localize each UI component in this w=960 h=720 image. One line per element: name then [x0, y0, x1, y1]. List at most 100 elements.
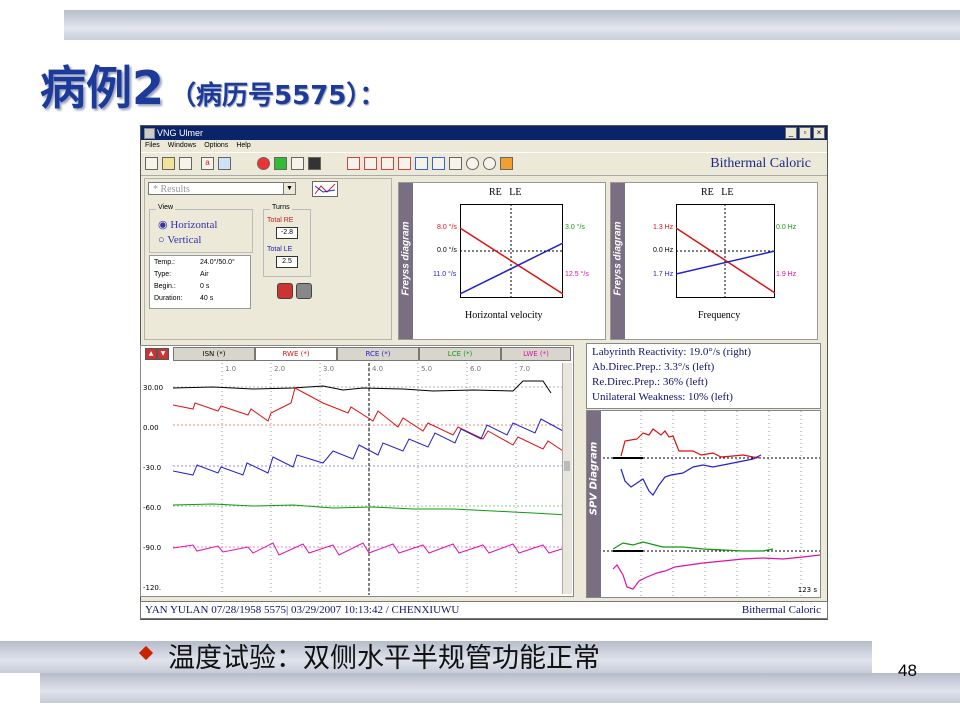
unilateral-weakness: Unilateral Weakness: 10% (left) [592, 391, 733, 403]
play-icon[interactable] [274, 157, 287, 170]
slide-title: 病例2 （病历号5575）： [40, 52, 386, 115]
reset-icon[interactable] [296, 283, 312, 299]
turns-group: Turns Total RE -2.8 Total LE 2.5 [263, 204, 311, 277]
chevron-down-icon[interactable]: ▼ [283, 183, 295, 194]
record-icon[interactable] [466, 157, 479, 170]
slide-title-main: 病例2 [40, 61, 165, 115]
window-icon[interactable] [218, 157, 231, 170]
radio-vertical[interactable]: ○ Vertical [158, 234, 201, 246]
radio-horizontal[interactable]: ◉ Horizontal [158, 218, 217, 231]
freyss-frequency-plot [676, 204, 775, 298]
menu-help[interactable]: Help [236, 140, 250, 152]
total-le-value: 2.5 [276, 256, 298, 268]
re-left-value: 8.0 °/s [437, 224, 457, 231]
zero-left-value: 0.0 °/s [437, 247, 457, 254]
font-icon[interactable]: a [201, 157, 214, 170]
edit-icon[interactable] [500, 157, 513, 170]
view-legend: View [156, 204, 176, 211]
patient-info: YAN YULAN 07/28/1958 5575| 03/29/2007 10… [145, 604, 460, 616]
channel-rwe-tab[interactable]: RWE (*) [255, 347, 337, 361]
slide-title-sub: （病历号5575）： [170, 81, 386, 111]
re-le-header: RE LE [701, 187, 734, 198]
restore-button[interactable]: ▫ [799, 127, 811, 139]
stop-icon[interactable] [277, 283, 293, 299]
y-tick: 30.00 [143, 384, 164, 392]
menu-windows[interactable]: Windows [168, 140, 196, 152]
sine-wave-icon[interactable] [364, 157, 377, 170]
begin-value: 0 s [200, 283, 210, 290]
status-test-type: Bithermal Caloric [741, 604, 821, 616]
wave-compare-icon[interactable] [415, 157, 428, 170]
channel-lwe-tab[interactable]: LWE (*) [501, 347, 571, 361]
le-right-value: 3.0 °/s [565, 224, 585, 231]
ramp-icon[interactable] [398, 157, 411, 170]
y-tick: 0.00 [143, 424, 159, 432]
vertical-scrollbar[interactable] [562, 363, 572, 594]
line-chart-icon[interactable] [432, 157, 445, 170]
turns-legend: Turns [270, 204, 292, 211]
channel-lce-tab[interactable]: LCE (*) [419, 347, 501, 361]
nystagmus-traces: ▲ ▼ ISN (*) RWE (*) RCE (*) LCE (*) LWE … [140, 345, 574, 597]
app-icon [144, 128, 155, 139]
re-label: RE [489, 187, 502, 198]
total-re-label: Total RE [267, 217, 294, 224]
camera-icon[interactable] [308, 157, 321, 170]
minimize-button[interactable]: _ [785, 127, 797, 139]
re-le-header: RE LE [489, 187, 522, 198]
toolbar: a Bithermal Caloric [141, 152, 827, 176]
type-value: Air [200, 271, 209, 278]
duration-value: 40 s [200, 295, 214, 302]
freyss-frequency-diagram: Freyss diagram RE LE 1.3 Hz 0.0 Hz 1.7 H… [610, 182, 818, 340]
chart-icon[interactable] [312, 181, 338, 197]
results-select-value: * Results [153, 184, 190, 195]
scroll-down-icon[interactable]: ▼ [157, 348, 169, 360]
spv-side-label: SPV Diagram [588, 441, 600, 516]
temp-value: 24.0°/50.0° [200, 259, 235, 266]
scrollbar-thumb[interactable] [564, 461, 570, 471]
frequency-xlabel: Frequency [698, 310, 741, 321]
re-label: RE [701, 187, 714, 198]
re-right-value: 12.5 °/s [565, 271, 589, 278]
le-left-value: 1.7 Hz [653, 271, 674, 278]
grid-icon[interactable] [449, 157, 462, 170]
spv-side-bar: SPV Diagram [587, 411, 601, 597]
channel-rce-tab[interactable]: RCE (*) [337, 347, 419, 361]
freyss-side-label: Freyss diagram [612, 221, 624, 296]
settings-icon[interactable] [291, 157, 304, 170]
freyss-velocity-diagram: Freyss diagram RE LE 8.0 °/s 0.0 °/s 11.… [398, 182, 606, 340]
labyrinth-reactivity: Labyrinth Reactivity: 19.0°/s (right) [592, 346, 751, 358]
le-left-value: 11.0 °/s [433, 271, 457, 278]
y-tick: -90.0 [143, 544, 162, 552]
menu-files[interactable]: Files [145, 140, 160, 152]
zero-left-value: 0.0 Hz [653, 247, 674, 254]
window-title: VNG Ulmer [157, 128, 204, 138]
freyss-velocity-plot [460, 204, 563, 298]
square-wave-icon[interactable] [347, 157, 360, 170]
close-button[interactable]: × [813, 127, 825, 139]
open-folder-icon[interactable] [162, 157, 175, 170]
menu-options[interactable]: Options [204, 140, 228, 152]
channel-isn-tab[interactable]: ISN (*) [173, 347, 255, 361]
new-file-icon[interactable] [145, 157, 158, 170]
velocity-xlabel: Horizontal velocity [465, 310, 543, 321]
le-label: LE [509, 187, 522, 198]
print-icon[interactable] [179, 157, 192, 170]
freyss-side-bar: Freyss diagram [611, 183, 625, 339]
results-select[interactable]: * Results ▼ [148, 182, 296, 195]
ab-direc-prep: Ab.Direc.Prep.: 3.3°/s (left) [592, 361, 715, 373]
results-summary: Labyrinth Reactivity: 19.0°/s (right) Ab… [586, 343, 821, 409]
y-tick: -30.0 [143, 464, 162, 472]
total-re-value: -2.8 [276, 227, 298, 239]
re-left-value: 1.3 Hz [653, 224, 674, 231]
re-direc-prep: Re.Direc.Prep.: 36% (left) [592, 376, 708, 388]
scroll-up-icon[interactable]: ▲ [145, 348, 157, 360]
traces-plot [173, 363, 568, 595]
clock-icon[interactable] [483, 157, 496, 170]
le-right-value: 0.0 Hz [776, 224, 797, 231]
scatter-icon[interactable] [381, 157, 394, 170]
type-label: Type: [154, 271, 172, 278]
target-icon[interactable] [257, 157, 270, 170]
view-group: View ◉ Horizontal ○ Vertical [149, 204, 253, 253]
re-right-value: 1.9 Hz [776, 271, 797, 278]
menu-bar: Files Windows Options Help [141, 140, 827, 152]
